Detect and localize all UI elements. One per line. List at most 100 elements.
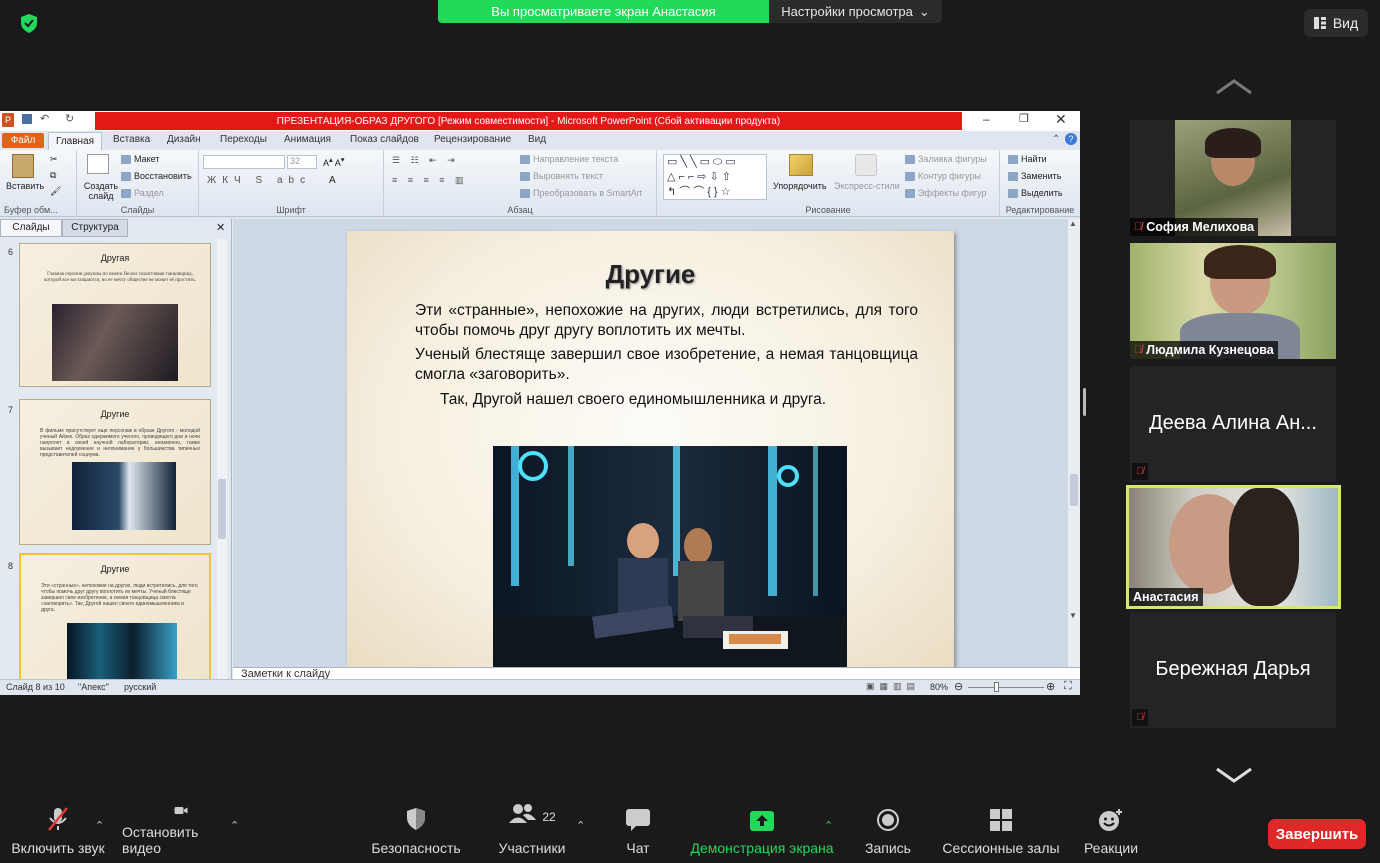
tab-review[interactable]: Рецензирование (434, 134, 511, 145)
drawing-group: ▭╲╲▭⬭▭ △⌐⌐⇨⇩⇧ ↰⌒⌒{}☆ Упорядочить Экспресс-… (657, 150, 1000, 217)
participants-button[interactable]: 22 Участники (497, 804, 567, 863)
zoom-in-icon[interactable]: ⊕ (1046, 680, 1055, 693)
tab-file[interactable]: Файл (2, 133, 44, 148)
chevron-up-icon[interactable]: ⌃ (95, 819, 104, 832)
shapes-gallery[interactable]: ▭╲╲▭⬭▭ △⌐⌐⇨⇩⇧ ↰⌒⌒{}☆ (663, 154, 767, 200)
save-icon[interactable] (22, 114, 32, 124)
resize-handle[interactable] (1083, 388, 1086, 416)
tab-animation[interactable]: Анимация (284, 134, 331, 145)
tab-slideshow[interactable]: Показ слайдов (350, 134, 419, 145)
record-button[interactable]: Запись (862, 805, 914, 863)
close-pane-icon[interactable]: ✕ (216, 221, 225, 234)
paste-button[interactable]: Вставить (6, 181, 44, 191)
smartart-button[interactable]: Преобразовать в SmartArt (520, 188, 642, 199)
tab-home[interactable]: Главная (48, 132, 102, 150)
security-button[interactable]: Безопасность (370, 805, 462, 863)
align-text-button[interactable]: Выровнять текст (520, 171, 603, 182)
scroll-down-icon[interactable] (1214, 766, 1254, 784)
shape-effects-button[interactable]: Эффекты фигур (905, 188, 987, 199)
participant-tile[interactable]: 🎙̸ София Мелихова (1130, 120, 1336, 236)
scroll-down-arrow-icon[interactable]: ▼ (1069, 611, 1077, 620)
section-button[interactable]: Раздел (121, 188, 164, 199)
chat-button[interactable]: Чат (618, 805, 658, 863)
redo-icon[interactable]: ↻ (65, 112, 74, 125)
layout-button[interactable]: Макет (121, 154, 160, 165)
slide-thumbnail-selected[interactable]: Другие Эти «странные», непохожие на друг… (19, 553, 211, 683)
chevron-up-icon[interactable]: ⌃ (824, 819, 833, 832)
new-slide-button[interactable]: Создать слайд (83, 181, 119, 201)
font-format-icons[interactable]: ЖКЧ S abc (207, 175, 311, 186)
view-button[interactable]: Вид (1304, 9, 1368, 37)
vertical-scrollbar[interactable]: ▲ ▼ (1068, 219, 1080, 667)
close-icon[interactable]: ✕ (1055, 111, 1067, 128)
copy-icon[interactable]: ⧉ (50, 170, 56, 181)
stop-video-button[interactable]: Остановить видео (122, 805, 240, 863)
tab-slides[interactable]: Слайды (0, 219, 62, 237)
new-slide-icon[interactable] (87, 154, 109, 174)
list-icons[interactable]: ☰ ☷ ⇤ ⇥ (392, 155, 459, 166)
replace-button[interactable]: Заменить (1008, 171, 1061, 182)
scroll-up-arrow-icon[interactable]: ▲ (1069, 219, 1077, 228)
zoom-level[interactable]: 80% (930, 682, 948, 692)
undo-icon[interactable]: ↶ (40, 112, 49, 125)
shape-outline-icon (905, 172, 915, 182)
shape-outline-button[interactable]: Контур фигуры (905, 171, 981, 182)
select-button[interactable]: Выделить (1008, 188, 1063, 199)
pane-scroll-thumb[interactable] (218, 479, 226, 539)
arrange-icon[interactable] (789, 154, 813, 176)
fit-to-window-icon[interactable]: ⛶ (1064, 680, 1072, 693)
align-icons[interactable]: ≡ ≡ ≡ ≡ ▥ (392, 175, 468, 186)
notes-pane[interactable]: Заметки к слайду (233, 667, 1080, 679)
tab-outline[interactable]: Структура (62, 219, 128, 237)
chat-label: Чат (626, 840, 650, 856)
minimize-icon[interactable]: – (983, 112, 990, 126)
tab-insert[interactable]: Вставка (113, 134, 150, 145)
quick-styles-icon[interactable] (855, 154, 877, 176)
font-color-icon[interactable]: A (329, 175, 336, 186)
font-name-input[interactable] (203, 155, 285, 169)
participant-name: Бережная Дарья (1155, 658, 1311, 680)
breakout-rooms-button[interactable]: Сессионные залы (942, 805, 1060, 863)
end-meeting-button[interactable]: Завершить (1268, 819, 1366, 849)
shield-icon[interactable] (18, 12, 40, 34)
share-screen-button[interactable]: Демонстрация экрана (690, 805, 834, 863)
chevron-up-icon[interactable]: ⌃ (576, 819, 585, 832)
format-painter-icon[interactable]: 🖌 (50, 186, 61, 197)
vertical-scroll-thumb[interactable] (1070, 474, 1078, 506)
participant-tile-active-speaker[interactable]: Анастасия (1126, 485, 1341, 609)
cut-icon[interactable]: ✂ (50, 154, 58, 165)
scroll-up-icon[interactable] (1214, 78, 1254, 96)
paste-icon[interactable] (12, 154, 34, 178)
reset-button[interactable]: Восстановить (121, 171, 192, 182)
restore-icon[interactable]: ❐ (1019, 112, 1029, 125)
participant-tile[interactable]: 🎙̸ Людмила Кузнецова (1130, 243, 1336, 359)
quick-styles-button[interactable]: Экспресс-стили (834, 181, 900, 191)
grow-font-icon[interactable]: A▴ A▾ (323, 155, 345, 168)
reactions-button[interactable]: Реакции (1082, 805, 1140, 863)
tab-view[interactable]: Вид (528, 134, 546, 145)
view-mode-icons[interactable]: ▣▦▥▤ (866, 681, 920, 692)
view-settings-button[interactable]: Настройки просмотра ⌄ (769, 0, 942, 23)
tab-transitions[interactable]: Переходы (220, 134, 267, 145)
language[interactable]: русский (124, 682, 156, 692)
participant-tile[interactable]: Деева Алина Ан... 🎙̸ (1130, 366, 1336, 482)
help-icon[interactable]: ? (1065, 133, 1077, 145)
chevron-up-icon[interactable]: ⌃ (1052, 134, 1060, 145)
text-direction-button[interactable]: Направление текста (520, 154, 618, 165)
pane-scrollbar[interactable] (217, 239, 227, 679)
participant-tile[interactable]: Бережная Дарья 🎙̸ (1130, 612, 1336, 728)
zoom-slider-handle[interactable] (994, 682, 999, 692)
slide-thumbnail[interactable]: Другие В фильме присутствует еще персона… (19, 399, 211, 545)
tab-design[interactable]: Дизайн (167, 134, 201, 145)
zoom-slider[interactable] (968, 687, 1044, 688)
shape-fill-button[interactable]: Заливка фигуры (905, 154, 987, 165)
layout-label: Макет (134, 154, 160, 164)
unmute-button[interactable]: Включить звук (10, 805, 106, 863)
chevron-up-icon[interactable]: ⌃ (230, 819, 239, 832)
current-slide[interactable]: Другие Эти «странные», непохожие на друг… (347, 231, 954, 667)
find-button[interactable]: Найти (1008, 154, 1047, 165)
font-size-input[interactable]: 32 (287, 155, 317, 169)
zoom-out-icon[interactable]: ⊖ (954, 680, 963, 693)
arrange-button[interactable]: Упорядочить (773, 181, 827, 191)
slide-thumbnail[interactable]: Другая Главная героиня девушка по имени … (19, 243, 211, 387)
